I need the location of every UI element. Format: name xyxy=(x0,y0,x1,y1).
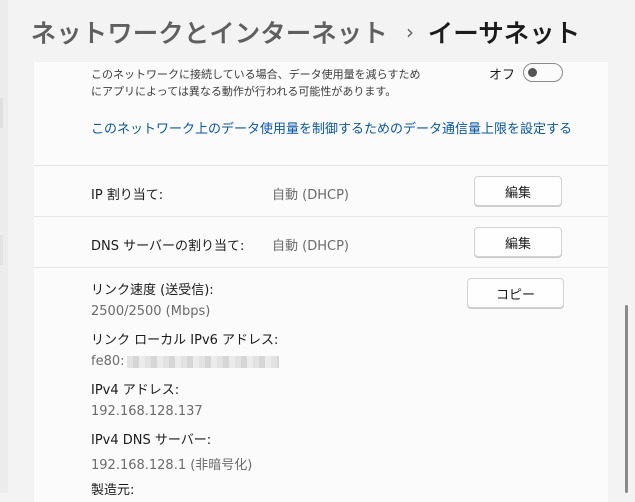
scrollbar-thumb[interactable] xyxy=(625,305,628,493)
metered-description: このネットワークに接続している場合、データ使用量を減らすため にアプリによっては… xyxy=(91,66,420,100)
page-title: イーサネット xyxy=(428,19,581,48)
breadcrumb-chevron-icon: › xyxy=(406,20,415,44)
ipv4-dns-value: 192.168.128.1 (非暗号化) xyxy=(91,458,253,473)
divider xyxy=(34,165,608,166)
dns-assignment-label: DNS サーバーの割り当て: xyxy=(91,239,245,254)
metered-description-line: にアプリによっては異なる動作が行われる可能性があります。 xyxy=(91,85,397,98)
manufacturer-label: 製造元: xyxy=(91,483,135,498)
ipv4-label: IPv4 アドレス: xyxy=(91,383,180,398)
edit-ip-button[interactable]: 編集 xyxy=(474,176,562,206)
ipv4-value: 192.168.128.137 xyxy=(91,404,203,419)
divider xyxy=(34,216,608,217)
breadcrumb: ネットワークとインターネット › イーサネット xyxy=(31,12,581,52)
metered-connection-toggle[interactable] xyxy=(523,63,563,82)
breadcrumb-parent-link[interactable]: ネットワークとインターネット xyxy=(31,14,388,50)
ethernet-settings-panel: このネットワークに接続している場合、データ使用量を減らすため にアプリによっては… xyxy=(34,62,608,502)
nav-edge-mark xyxy=(0,98,3,128)
data-limit-link[interactable]: このネットワーク上のデータ使用量を制御するためのデータ通信量上限を設定する xyxy=(91,118,572,137)
divider xyxy=(34,267,608,268)
toggle-knob xyxy=(528,68,537,77)
link-speed-label: リンク速度 (送受信): xyxy=(91,283,214,298)
ip-assignment-label: IP 割り当て: xyxy=(91,188,164,203)
navigation-pane-edge xyxy=(0,0,8,493)
metered-description-line: このネットワークに接続している場合、データ使用量を減らすため xyxy=(91,68,421,81)
ipv6-value: fe80: xyxy=(91,354,279,369)
link-speed-value: 2500/2500 (Mbps) xyxy=(91,304,211,319)
nav-edge-mark xyxy=(0,235,3,265)
ip-assignment-value: 自動 (DHCP) xyxy=(272,188,349,203)
redacted-address xyxy=(126,355,279,368)
copy-properties-button[interactable]: コピー xyxy=(467,278,564,308)
ipv4-dns-label: IPv4 DNS サーバー: xyxy=(91,433,212,448)
metered-toggle-label: オフ xyxy=(489,68,516,83)
ipv6-label: リンク ローカル IPv6 アドレス: xyxy=(91,333,279,348)
dns-assignment-value: 自動 (DHCP) xyxy=(272,239,349,254)
edit-dns-button[interactable]: 編集 xyxy=(474,227,562,257)
ipv6-prefix: fe80: xyxy=(91,354,125,369)
